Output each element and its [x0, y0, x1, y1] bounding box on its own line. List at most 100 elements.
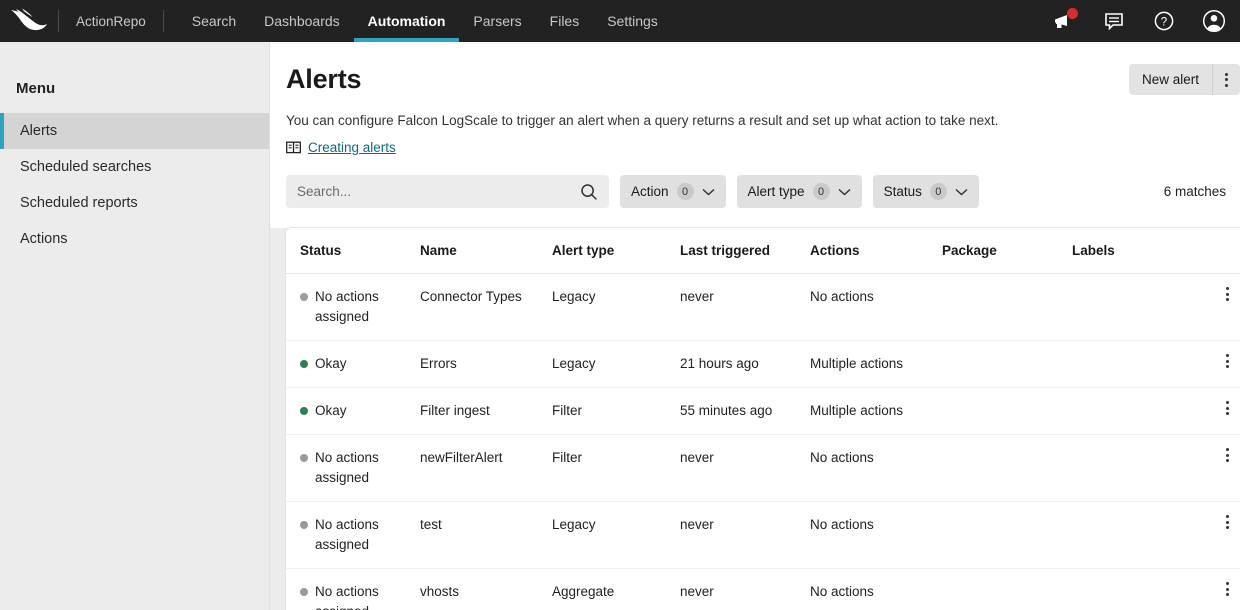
- creating-alerts-link[interactable]: Creating alerts: [308, 140, 396, 155]
- filter-chip-alert-type-label: Alert type: [748, 184, 805, 199]
- nav-item-settings[interactable]: Settings: [593, 0, 672, 42]
- sidebar-item-alerts[interactable]: Alerts: [0, 113, 269, 149]
- cell-row-menu[interactable]: [1207, 341, 1240, 388]
- col-labels[interactable]: Labels: [1072, 228, 1207, 274]
- table-row[interactable]: Okay Errors Legacy 21 hours ago Multiple…: [286, 341, 1240, 388]
- notification-badge: [1067, 8, 1078, 19]
- cell-name[interactable]: vhosts: [420, 569, 552, 610]
- falcon-logo-icon: [9, 8, 49, 34]
- search-box[interactable]: [286, 175, 609, 208]
- cell-package: [942, 341, 1072, 388]
- table-body: No actions assigned Connector Types Lega…: [286, 274, 1240, 610]
- cell-labels: [1072, 341, 1207, 388]
- search-input[interactable]: [297, 184, 580, 199]
- alerts-table: Status Name Alert type Last triggered Ac…: [286, 228, 1240, 610]
- doc-link-row: Creating alerts: [270, 130, 1240, 155]
- chat-message-icon[interactable]: [1102, 9, 1126, 33]
- status-dot: [300, 360, 308, 368]
- cell-labels: [1072, 274, 1207, 341]
- col-name[interactable]: Name: [420, 228, 552, 274]
- sidebar-item-actions[interactable]: Actions: [0, 221, 269, 257]
- col-status[interactable]: Status: [286, 228, 420, 274]
- status-label: No actions assigned: [315, 287, 401, 327]
- sidebar-item-scheduled-searches[interactable]: Scheduled searches: [0, 149, 269, 185]
- cell-package: [942, 502, 1072, 569]
- cell-package: [942, 569, 1072, 610]
- status-label: No actions assigned: [315, 582, 401, 610]
- search-icon[interactable]: [580, 183, 598, 201]
- nav-item-automation[interactable]: Automation: [354, 0, 460, 42]
- cell-actions: No actions: [810, 435, 942, 502]
- cell-name[interactable]: test: [420, 502, 552, 569]
- nav-item-files[interactable]: Files: [536, 0, 594, 42]
- filter-toolbar: Action 0 Alert type 0 Status 0: [270, 155, 1240, 228]
- cell-row-menu[interactable]: [1207, 502, 1240, 569]
- page-header-section: Alerts New alert You can configure Falco…: [270, 42, 1240, 228]
- table-row[interactable]: No actions assigned Connector Types Lega…: [286, 274, 1240, 341]
- cell-package: [942, 388, 1072, 435]
- status-dot: [300, 454, 308, 462]
- sidebar-title: Menu: [0, 80, 269, 113]
- sidebar-item-scheduled-reports[interactable]: Scheduled reports: [0, 185, 269, 221]
- status-label: No actions assigned: [315, 448, 401, 488]
- cell-name[interactable]: newFilterAlert: [420, 435, 552, 502]
- cell-row-menu[interactable]: [1207, 435, 1240, 502]
- status-label: Okay: [315, 354, 347, 374]
- help-circle-icon[interactable]: ?: [1152, 9, 1176, 33]
- table-row[interactable]: No actions assigned test Legacy never No…: [286, 502, 1240, 569]
- cell-row-menu[interactable]: [1207, 274, 1240, 341]
- table-row[interactable]: Okay Filter ingest Filter 55 minutes ago…: [286, 388, 1240, 435]
- cell-last-triggered: never: [680, 569, 810, 610]
- cell-row-menu[interactable]: [1207, 388, 1240, 435]
- cell-alert-type: Legacy: [552, 502, 680, 569]
- nav-item-parsers[interactable]: Parsers: [459, 0, 535, 42]
- chevron-down-icon: [702, 188, 715, 196]
- row-kebab-menu-icon[interactable]: [1207, 287, 1240, 301]
- cell-status: No actions assigned: [286, 435, 420, 502]
- filter-chip-action[interactable]: Action 0: [620, 175, 726, 208]
- cell-package: [942, 435, 1072, 502]
- table-row[interactable]: No actions assigned vhosts Aggregate nev…: [286, 569, 1240, 610]
- cell-alert-type: Legacy: [552, 341, 680, 388]
- cell-name[interactable]: Filter ingest: [420, 388, 552, 435]
- row-kebab-menu-icon[interactable]: [1207, 582, 1240, 596]
- status-dot: [300, 293, 308, 301]
- row-kebab-menu-icon[interactable]: [1207, 448, 1240, 462]
- table-card-area: Status Name Alert type Last triggered Ac…: [270, 228, 1240, 610]
- new-alert-button[interactable]: New alert: [1129, 64, 1212, 95]
- col-alert-type[interactable]: Alert type: [552, 228, 680, 274]
- cell-last-triggered: 55 minutes ago: [680, 388, 810, 435]
- filter-chip-status[interactable]: Status 0: [873, 175, 979, 208]
- status-label: Okay: [315, 401, 347, 421]
- cell-last-triggered: 21 hours ago: [680, 341, 810, 388]
- repository-name[interactable]: ActionRepo: [59, 14, 163, 29]
- nav-right-icons: ?: [1052, 9, 1240, 33]
- announcement-megaphone-icon[interactable]: [1052, 9, 1076, 33]
- row-kebab-menu-icon[interactable]: [1207, 515, 1240, 529]
- chevron-down-icon: [955, 188, 968, 196]
- cell-actions: No actions: [810, 502, 942, 569]
- filter-chip-alert-type[interactable]: Alert type 0: [737, 175, 862, 208]
- cell-last-triggered: never: [680, 435, 810, 502]
- cell-name[interactable]: Connector Types: [420, 274, 552, 341]
- row-kebab-menu-icon[interactable]: [1207, 354, 1240, 368]
- col-last-triggered[interactable]: Last triggered: [680, 228, 810, 274]
- col-package[interactable]: Package: [942, 228, 1072, 274]
- kebab-menu-icon: [1225, 73, 1228, 87]
- status-label: No actions assigned: [315, 515, 401, 555]
- nav-item-search[interactable]: Search: [178, 0, 250, 42]
- col-actions[interactable]: Actions: [810, 228, 942, 274]
- row-kebab-menu-icon[interactable]: [1207, 401, 1240, 415]
- crowdstrike-falcon-logo[interactable]: [0, 8, 58, 34]
- nav-item-dashboards[interactable]: Dashboards: [250, 0, 354, 42]
- cell-labels: [1072, 502, 1207, 569]
- cell-row-menu[interactable]: [1207, 569, 1240, 610]
- header-kebab-menu-button[interactable]: [1212, 64, 1240, 95]
- table-head: Status Name Alert type Last triggered Ac…: [286, 228, 1240, 274]
- cell-name[interactable]: Errors: [420, 341, 552, 388]
- new-alert-split-button: New alert: [1129, 64, 1240, 95]
- user-avatar-icon[interactable]: [1202, 9, 1226, 33]
- cell-labels: [1072, 569, 1207, 610]
- table-row[interactable]: No actions assigned newFilterAlert Filte…: [286, 435, 1240, 502]
- main-content: Alerts New alert You can configure Falco…: [270, 42, 1240, 610]
